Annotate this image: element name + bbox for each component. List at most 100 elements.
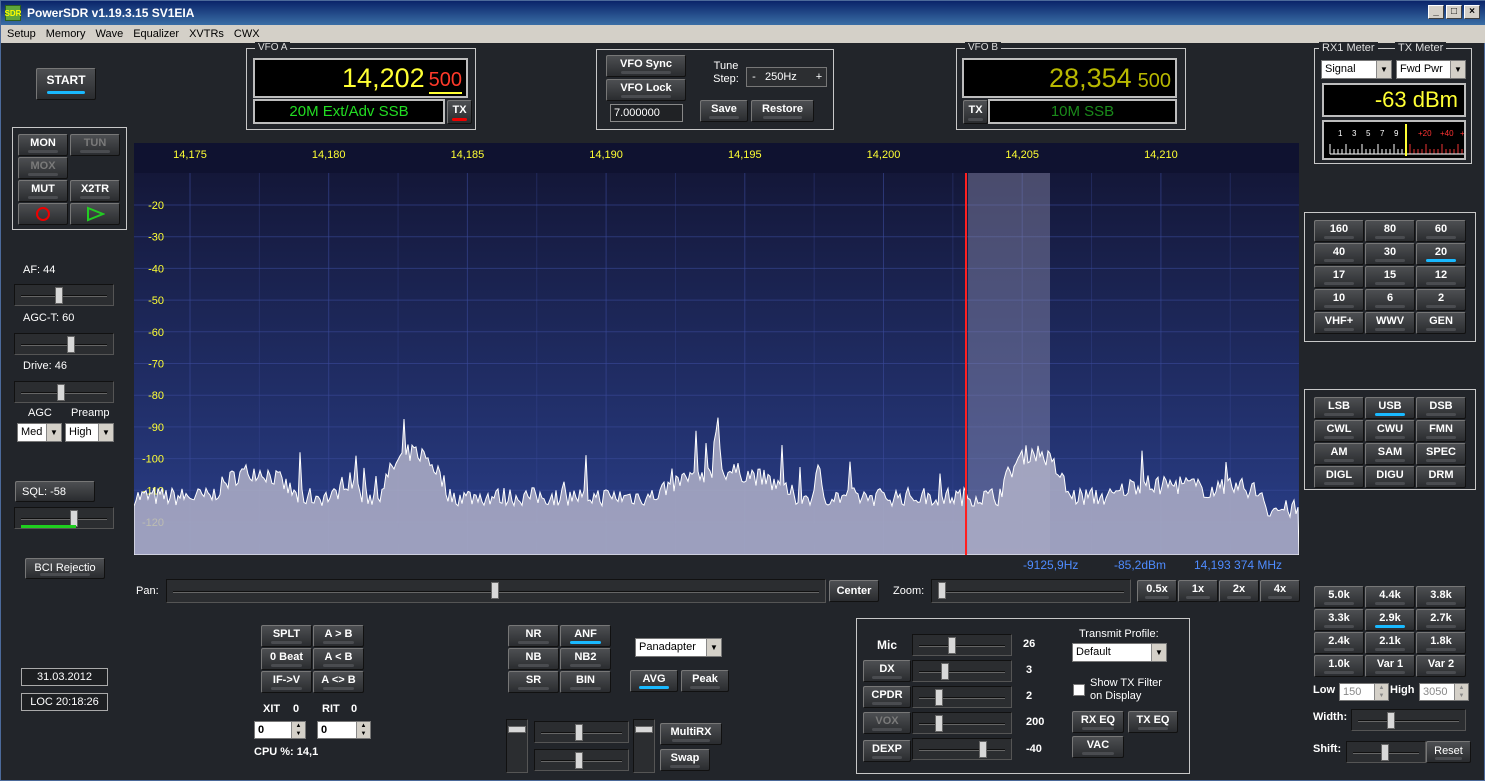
tune-step-plus-button[interactable]: + — [812, 71, 826, 83]
af-slider[interactable] — [14, 284, 114, 306]
avg-button[interactable]: AVG — [630, 670, 678, 692]
band-40-button[interactable]: 40 — [1314, 243, 1364, 265]
band-vhf-button[interactable]: VHF+ — [1314, 312, 1364, 334]
mode-spec-button[interactable]: SPEC — [1416, 443, 1466, 465]
vfo-b-frequency[interactable]: 28,354 500 — [962, 58, 1177, 98]
filter-2.4k-button[interactable]: 2.4k — [1314, 632, 1364, 654]
shift-slider[interactable] — [1346, 741, 1426, 763]
band-6-button[interactable]: 6 — [1365, 289, 1415, 311]
dsp-nr-button[interactable]: NR — [508, 625, 559, 647]
dsp-anf-button[interactable]: ANF — [560, 625, 611, 647]
agc-select[interactable]: Med ▼ — [17, 423, 62, 442]
mode-lsb-button[interactable]: LSB — [1314, 397, 1364, 419]
band-wwv-button[interactable]: WWV — [1365, 312, 1415, 334]
show-tx-filter-checkbox[interactable] — [1073, 684, 1085, 696]
band-10-button[interactable]: 10 — [1314, 289, 1364, 311]
split-splt-button[interactable]: SPLT — [261, 625, 312, 647]
tx-meter-select[interactable]: Fwd Pwr ▼ — [1396, 60, 1466, 79]
menu-cwx[interactable]: CWX — [234, 28, 260, 40]
mode-digu-button[interactable]: DIGU — [1365, 466, 1415, 488]
start-button[interactable]: START — [36, 68, 96, 100]
rx-eq-button[interactable]: RX EQ — [1072, 711, 1124, 733]
tx-eq-button[interactable]: TX EQ — [1128, 711, 1178, 733]
rit-input[interactable]: 0 ▲ ▼ — [317, 721, 371, 739]
maximize-button[interactable]: □ — [1446, 5, 1462, 19]
x2tr-button[interactable]: X2TR — [70, 180, 120, 202]
dsp-nb-button[interactable]: NB — [508, 648, 559, 670]
filter-3.8k-button[interactable]: 3.8k — [1416, 586, 1466, 608]
mode-dsb-button[interactable]: DSB — [1416, 397, 1466, 419]
band-2-button[interactable]: 2 — [1416, 289, 1466, 311]
dsp-nb2-button[interactable]: NB2 — [560, 648, 611, 670]
tun-button[interactable]: TUN — [70, 134, 120, 156]
dexp-slider[interactable] — [912, 738, 1012, 760]
vfo-a-frequency[interactable]: 14,202 500 — [253, 58, 468, 98]
band-17-button[interactable]: 17 — [1314, 266, 1364, 288]
band-160-button[interactable]: 160 — [1314, 220, 1364, 242]
drive-slider[interactable] — [14, 381, 114, 403]
center-button[interactable]: Center — [829, 580, 879, 602]
mic-slider[interactable] — [912, 634, 1012, 656]
vfo-a-tx-button[interactable]: TX — [447, 100, 472, 124]
zoom-0.5x-button[interactable]: 0.5x — [1137, 580, 1177, 602]
mode-digl-button[interactable]: DIGL — [1314, 466, 1364, 488]
mode-am-button[interactable]: AM — [1314, 443, 1364, 465]
rx-volume-vslider[interactable] — [506, 719, 528, 773]
dx-button[interactable]: DX — [863, 660, 911, 682]
filter-3.3k-button[interactable]: 3.3k — [1314, 609, 1364, 631]
filter-var-1-button[interactable]: Var 1 — [1365, 655, 1415, 677]
vox-slider[interactable] — [912, 712, 1012, 734]
sql-slider[interactable] — [14, 507, 114, 529]
mon-button[interactable]: MON — [18, 134, 68, 156]
vfo-frequency-box[interactable]: 7.000000 — [610, 104, 683, 122]
filter-2.1k-button[interactable]: 2.1k — [1365, 632, 1415, 654]
width-slider[interactable] — [1351, 709, 1466, 731]
mut-button[interactable]: MUT — [18, 180, 68, 202]
filter-2.9k-button[interactable]: 2.9k — [1365, 609, 1415, 631]
zoom-slider[interactable] — [931, 579, 1131, 603]
band-gen-button[interactable]: GEN — [1416, 312, 1466, 334]
vox-button[interactable]: VOX — [863, 712, 911, 734]
zoom-4x-button[interactable]: 4x — [1260, 580, 1300, 602]
zoom-2x-button[interactable]: 2x — [1219, 580, 1259, 602]
multirx-button[interactable]: MultiRX — [660, 723, 722, 745]
cpdr-slider[interactable] — [912, 686, 1012, 708]
band-30-button[interactable]: 30 — [1365, 243, 1415, 265]
mode-cwl-button[interactable]: CWL — [1314, 420, 1364, 442]
band-80-button[interactable]: 80 — [1365, 220, 1415, 242]
minimize-button[interactable]: _ — [1428, 5, 1444, 19]
pan-slider[interactable] — [166, 579, 826, 603]
menu-setup[interactable]: Setup — [7, 28, 36, 40]
band-12-button[interactable]: 12 — [1416, 266, 1466, 288]
menu-equalizer[interactable]: Equalizer — [133, 28, 179, 40]
filter-1.0k-button[interactable]: 1.0k — [1314, 655, 1364, 677]
restore-button[interactable]: Restore — [751, 100, 814, 122]
split-a-fromto-b-button[interactable]: A <> B — [313, 671, 364, 693]
mode-usb-button[interactable]: USB — [1365, 397, 1415, 419]
split-a-to-b-button[interactable]: A > B — [313, 625, 364, 647]
shift-reset-button[interactable]: Reset — [1426, 741, 1471, 763]
dsp-sr-button[interactable]: SR — [508, 671, 559, 693]
rx-meter-select[interactable]: Signal ▼ — [1321, 60, 1392, 79]
vfo-lock-button[interactable]: VFO Lock — [606, 79, 686, 101]
play-button[interactable] — [70, 203, 120, 225]
preamp-select[interactable]: High ▼ — [65, 423, 114, 442]
band-15-button[interactable]: 15 — [1365, 266, 1415, 288]
close-button[interactable]: × — [1464, 5, 1480, 19]
split-if-tov-button[interactable]: IF->V — [261, 671, 312, 693]
mode-cwu-button[interactable]: CWU — [1365, 420, 1415, 442]
peak-button[interactable]: Peak — [681, 670, 729, 692]
filter-1.8k-button[interactable]: 1.8k — [1416, 632, 1466, 654]
vac-button[interactable]: VAC — [1072, 736, 1124, 758]
mode-fmn-button[interactable]: FMN — [1416, 420, 1466, 442]
filter-low-input[interactable]: 150 ▲ ▼ — [1339, 683, 1389, 701]
dx-slider[interactable] — [912, 660, 1012, 682]
rx2-volume-vslider[interactable] — [633, 719, 655, 773]
swap-button[interactable]: Swap — [660, 749, 710, 771]
filter-var-2-button[interactable]: Var 2 — [1416, 655, 1466, 677]
xit-input[interactable]: 0 ▲ ▼ — [254, 721, 306, 739]
mox-button[interactable]: MOX — [18, 157, 68, 179]
panadapter-display[interactable]: 14,175 14,180 14,185 14,190 14,195 14,200 14,2… — [133, 143, 1300, 556]
tune-step-minus-button[interactable]: - — [747, 71, 761, 83]
dsp-bin-button[interactable]: BIN — [560, 671, 611, 693]
